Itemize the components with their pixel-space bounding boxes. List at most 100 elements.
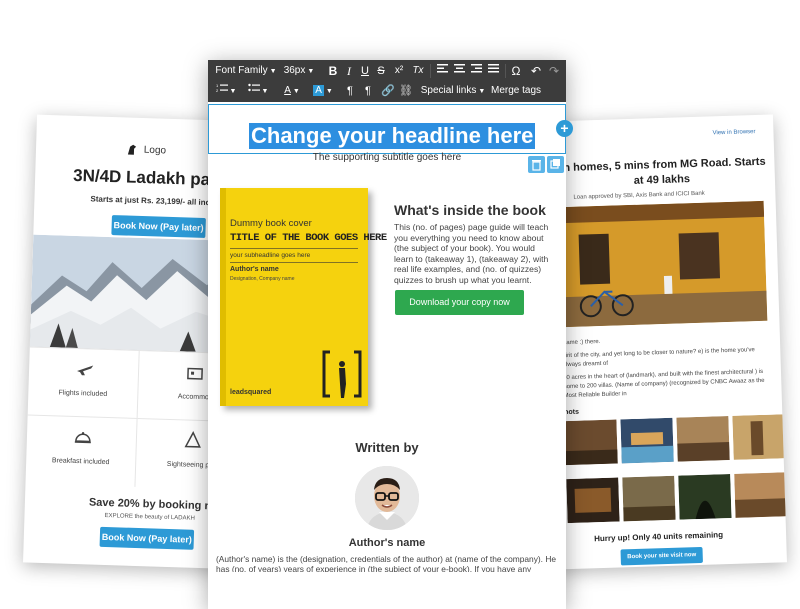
bold-button[interactable]: B [326,61,340,81]
divider [230,248,358,249]
add-block-button[interactable]: + [556,120,573,137]
book-title: TITLE OF THE BOOK GOES HERE [230,232,387,244]
background-color-button[interactable]: A ▼ [310,81,336,101]
explore-line: EXPLORE the beauty of LADAKH [104,512,195,522]
book-now-button-2[interactable]: Book Now (Pay later) [99,526,195,550]
superscript-button[interactable]: x² [390,61,408,81]
download-button[interactable]: Download your copy now [395,290,524,315]
chevron-down-icon: ▼ [292,88,300,95]
ebook-email-editor: Font Family ▼ 36px ▼ B I U S x² Tx Ω ↶ ↷ 1… [208,60,573,609]
font-family-dropdown[interactable]: Font Family ▼ [214,61,278,81]
hurry-line: Hurry up! Only 40 units remaining [594,530,724,544]
inside-description[interactable]: This (no. of pages) page guide will teac… [394,222,556,285]
book-now-button[interactable]: Book Now (Pay later) [111,215,206,238]
property-description: Name :) there. pirit of the city, and ye… [562,333,770,405]
feature-label: Breakfast included [51,457,110,467]
thumbnail [734,472,787,518]
text-color-button[interactable]: A ▼ [280,81,304,101]
paragraph-ltr-button[interactable]: ¶ [342,81,358,101]
italic-button[interactable]: I [342,61,356,81]
chevron-down-icon: ▼ [261,88,269,95]
property-title: en homes, 5 mins from MG Road. Starts at… [557,155,766,187]
clear-format-button[interactable]: Tx [410,61,426,81]
align-center-icon [453,64,465,73]
strikethrough-button[interactable]: S [374,61,388,81]
author-name[interactable]: Author's name [208,537,566,549]
sightseeing-icon [184,431,201,448]
book-site-visit-button[interactable]: Book your site visit now [620,546,703,566]
redo-button[interactable]: ↷ [546,61,562,81]
street-image [557,200,768,328]
divider [230,262,358,263]
detail-paragraph: 40 acres in the heart of (landmark), and… [562,368,765,400]
screenshots-heading: hots [564,408,580,417]
align-justify-icon [487,64,499,73]
toolbar-divider [430,64,431,78]
text-color-icon: A [284,85,291,96]
thumbnail [676,416,730,462]
book-cover-line-1: Dummy book cover [230,218,312,229]
chevron-down-icon: ▼ [307,68,315,75]
feature-flights: Flights included [27,347,140,419]
chevron-down-icon: ▼ [325,88,333,95]
book-cover-image[interactable]: Dummy book cover TITLE OF THE BOOK GOES … [220,188,387,406]
thumbnail [620,417,674,464]
align-left-icon [436,64,448,73]
bullet-list-button[interactable]: ▼ [246,81,270,101]
author-description[interactable]: (Author's name) is the (designation, cre… [216,554,561,572]
headline-text[interactable]: Change your headline here [249,123,536,149]
view-in-browser-link[interactable]: View in Browser [712,129,755,136]
font-size-dropdown[interactable]: 36px ▼ [280,61,318,81]
paragraph-rtl-button[interactable]: ¶ [360,81,376,101]
trash-icon [532,160,541,171]
align-left-button[interactable] [434,61,450,81]
package-title: 3N/4D Ladakh pack [72,165,230,190]
merge-tags-label: Merge tags [490,85,542,96]
thumbnail [566,477,620,524]
thumbnail [678,473,732,520]
package-price: Starts at just Rs. 23,199/- all inclu [90,194,218,208]
flight-icon [77,365,94,376]
thumbnail-grid [564,414,787,524]
undo-button[interactable]: ↶ [528,61,544,81]
bullet-list-icon [247,83,260,92]
brand-name: leadsquared [230,389,272,396]
headline-block[interactable]: Change your headline here [208,104,566,154]
chevron-down-icon: ▼ [229,88,237,95]
special-links-label: Special links [420,85,477,96]
ordered-list-icon: 12 [216,83,228,93]
chevron-down-icon: ▼ [478,88,486,95]
subtitle-text[interactable]: The supporting subtitle goes here [208,152,566,163]
author-avatar[interactable] [355,466,419,530]
written-by-heading[interactable]: Written by [208,440,566,455]
book-designation: Designation, Company name [230,276,295,282]
delete-block-button[interactable] [528,156,545,173]
plus-icon: + [560,120,569,136]
loan-line: Loan approved by SBI, Axis Bank and ICIC… [573,190,705,201]
font-size-label: 36px [283,65,306,76]
align-center-button[interactable] [451,61,467,81]
ordered-list-button[interactable]: 1 2 ▼ [214,81,238,101]
inside-title[interactable]: What's inside the book [394,202,546,218]
logo-icon [127,144,137,155]
align-justify-button[interactable] [485,61,501,81]
remove-link-button[interactable]: ⛓ [398,81,414,101]
underline-button[interactable]: U [358,61,372,81]
special-character-button[interactable]: Ω [508,61,524,81]
thumbnail [732,414,786,460]
toolbar-divider [505,64,506,78]
book-author: Author's name [230,266,279,273]
background-color-icon: A [313,85,324,96]
toolbar-row-2: 1 2 ▼ ▼ A ▼ A ▼ ¶ ¶ 🔗 ⛓ Special links ▼ Merge… [208,81,566,101]
intro-paragraph: pirit of the city, and yet long to be cl… [562,347,755,369]
book-subheadline: your subheadline goes here [230,252,311,259]
thumbnail [622,475,676,522]
paragraph-icon: ¶ [347,85,353,97]
special-links-dropdown[interactable]: Special links ▼ [420,81,486,101]
undo-icon: ↶ [530,64,542,78]
align-right-button[interactable] [468,61,484,81]
link-icon: 🔗 [381,85,395,97]
duplicate-block-button[interactable] [547,156,564,173]
merge-tags-dropdown[interactable]: Merge tags [488,81,544,101]
insert-link-button[interactable]: 🔗 [380,81,396,101]
